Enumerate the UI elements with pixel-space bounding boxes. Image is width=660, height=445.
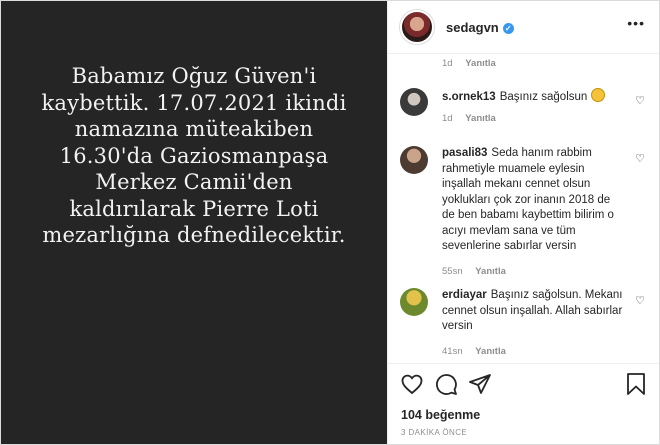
- author-username[interactable]: sedagvn: [446, 20, 499, 35]
- comment-text: Başınız sağolsun: [499, 91, 588, 103]
- commenter-username[interactable]: pasali83: [442, 147, 487, 159]
- commenter-username[interactable]: s.ornek13: [442, 91, 496, 103]
- post-text-line: kaldırılarak Pierre Loti: [69, 196, 319, 221]
- more-options-icon[interactable]: •••: [627, 15, 645, 31]
- sad-face-emoji-icon: [590, 88, 605, 102]
- like-comment-heart-icon[interactable]: ♡: [635, 294, 645, 307]
- comment-reply-link[interactable]: Yanıtla: [475, 346, 506, 357]
- comment-text: Seda hanım rabbim rahmetiyle muamele eyl…: [442, 147, 614, 252]
- comment-bubble-icon[interactable]: [434, 372, 458, 396]
- commenter-avatar[interactable]: [400, 88, 428, 116]
- verified-badge-icon: ✓: [502, 22, 514, 34]
- post-text-line: mezarlığına defnedilecektir.: [42, 223, 346, 247]
- post-actions: 104 beğenme 3 DAKİKA ÖNCE: [388, 363, 659, 444]
- save-bookmark-icon[interactable]: [625, 372, 647, 396]
- post-image[interactable]: Babamız Oğuz Güven'i kaybettik. 17.07.20…: [1, 1, 387, 444]
- like-comment-heart-icon[interactable]: ♡: [635, 152, 645, 165]
- caption-reply-link[interactable]: Yanıtla: [465, 58, 496, 69]
- post-text-line: Merkez Camii'den: [95, 170, 293, 194]
- post-text: Babamız Oğuz Güven'i kaybettik. 17.07.20…: [1, 63, 387, 249]
- comment-item: erdiayar Başınız sağolsun. Mekanı cennet …: [400, 288, 651, 357]
- comment-age: 41sn: [442, 345, 463, 357]
- commenter-username[interactable]: erdiayar: [442, 289, 487, 301]
- comment-age: 55sn: [442, 265, 463, 277]
- caption-age: 1d: [442, 58, 453, 69]
- comment-age: 1d: [442, 112, 453, 124]
- commenter-avatar[interactable]: [400, 146, 428, 174]
- comment-item: s.ornek13 Başınız sağolsun 1d Yanıtla ♡: [400, 88, 651, 124]
- like-heart-icon[interactable]: [400, 372, 424, 396]
- post-text-line: Babamız Oğuz Güven'i: [71, 64, 317, 88]
- caption-meta: 1d Yanıtla: [400, 58, 651, 69]
- post-sidebar: sedagvn ✓ ••• 1d Yanıtla s.ornek13 Başınız…: [387, 1, 659, 444]
- post-text-line: namazına müteakiben: [74, 117, 314, 141]
- commenter-avatar[interactable]: [400, 288, 428, 316]
- instagram-post-window: Babamız Oğuz Güven'i kaybettik. 17.07.20…: [0, 0, 660, 445]
- author-avatar[interactable]: [400, 10, 434, 44]
- comment-reply-link[interactable]: Yanıtla: [475, 266, 506, 277]
- share-paper-plane-icon[interactable]: [468, 372, 492, 396]
- author-username-wrap: sedagvn ✓: [446, 20, 514, 35]
- post-text-line: 16.30'da Gaziosmanpaşa: [59, 143, 329, 168]
- likes-count[interactable]: 104 beğenme: [401, 408, 480, 422]
- comment-item: pasali83 Seda hanım rabbim rahmetiyle mua…: [400, 146, 651, 277]
- action-icons: [400, 372, 647, 402]
- post-timestamp: 3 DAKİKA ÖNCE: [401, 428, 468, 437]
- like-comment-heart-icon[interactable]: ♡: [635, 94, 645, 107]
- comments-list[interactable]: 1d Yanıtla s.ornek13 Başınız sağolsun 1d …: [388, 54, 659, 362]
- post-header: sedagvn ✓ •••: [388, 1, 659, 54]
- post-text-line: kaybettik. 17.07.2021 ikindi: [41, 90, 347, 115]
- comment-reply-link[interactable]: Yanıtla: [465, 113, 496, 124]
